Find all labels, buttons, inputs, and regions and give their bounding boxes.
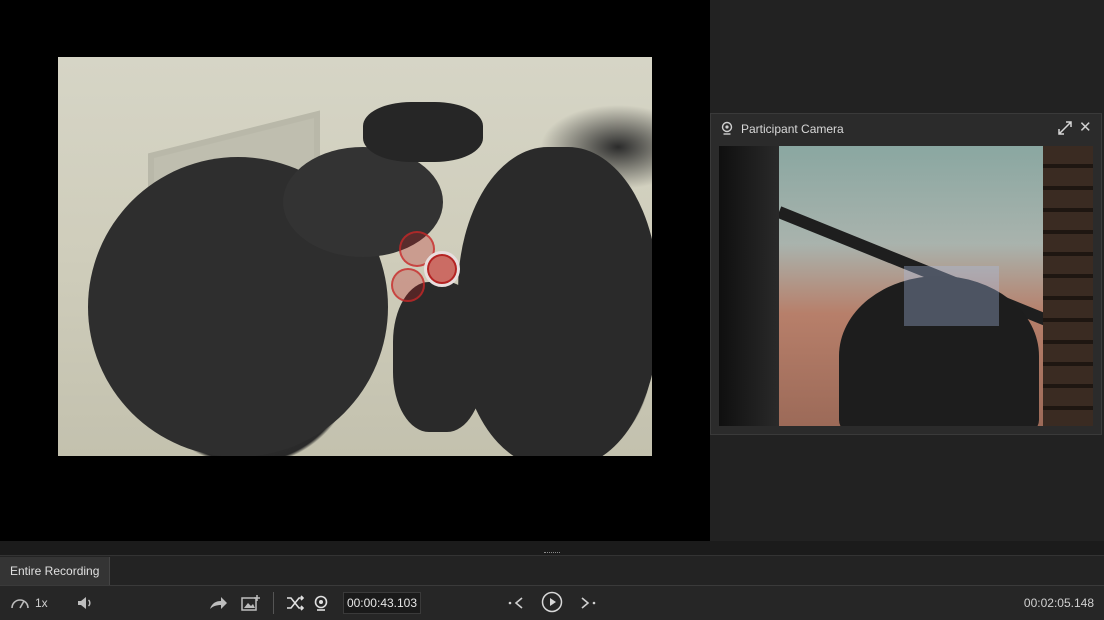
play-icon — [541, 591, 563, 613]
enclosure-post-right — [1043, 146, 1093, 426]
next-event-button[interactable] — [578, 594, 596, 612]
previous-event-button[interactable] — [508, 594, 526, 612]
chimpanzee-hand — [363, 102, 483, 162]
chimpanzee-right — [458, 147, 652, 456]
next-event-icon — [578, 596, 596, 610]
participant-camera-window[interactable]: Participant Camera ✕ — [710, 113, 1102, 435]
previous-event-icon — [508, 596, 526, 610]
camera-toggle-button[interactable] — [313, 594, 329, 612]
speed-button[interactable]: 1x — [10, 594, 48, 612]
snapshot-button[interactable] — [241, 594, 261, 612]
enclosure-post-left — [719, 146, 779, 426]
camera-window-title: Participant Camera — [741, 122, 844, 136]
speedometer-icon — [10, 596, 30, 610]
tab-entire-recording[interactable]: Entire Recording — [0, 557, 111, 586]
volume-button[interactable] — [76, 594, 94, 612]
play-button[interactable] — [541, 591, 563, 613]
webcam-icon — [720, 121, 734, 135]
image-add-icon — [241, 594, 261, 612]
shuffle-button[interactable] — [285, 594, 305, 612]
playback-toolbar: 1x 00:00:43.103 00:02:05.148 — [0, 585, 1104, 620]
gaze-point-marker — [391, 268, 425, 302]
speed-label: 1x — [35, 596, 48, 610]
recording-stage — [0, 0, 710, 541]
share-icon — [208, 595, 228, 611]
camera-window-header[interactable]: Participant Camera ✕ — [711, 114, 1101, 144]
shuffle-icon — [285, 595, 305, 611]
screen-reflection — [904, 266, 999, 326]
webcam-icon — [313, 595, 329, 611]
timeline-tab-bar: Entire Recording — [0, 555, 1104, 586]
chimpanzee-arm — [393, 282, 483, 432]
expand-icon[interactable] — [1057, 120, 1073, 136]
stimulus-video[interactable] — [58, 57, 652, 456]
current-time-display: 00:00:43.103 — [343, 592, 421, 614]
close-icon[interactable]: ✕ — [1079, 120, 1093, 136]
current-gaze-point — [424, 251, 460, 287]
toolbar-separator — [273, 592, 274, 614]
share-button[interactable] — [208, 594, 228, 612]
volume-icon — [76, 595, 94, 611]
panel-splitter[interactable] — [0, 541, 1104, 555]
total-duration: 00:02:05.148 — [1023, 596, 1094, 610]
participant-camera-video — [719, 146, 1093, 426]
